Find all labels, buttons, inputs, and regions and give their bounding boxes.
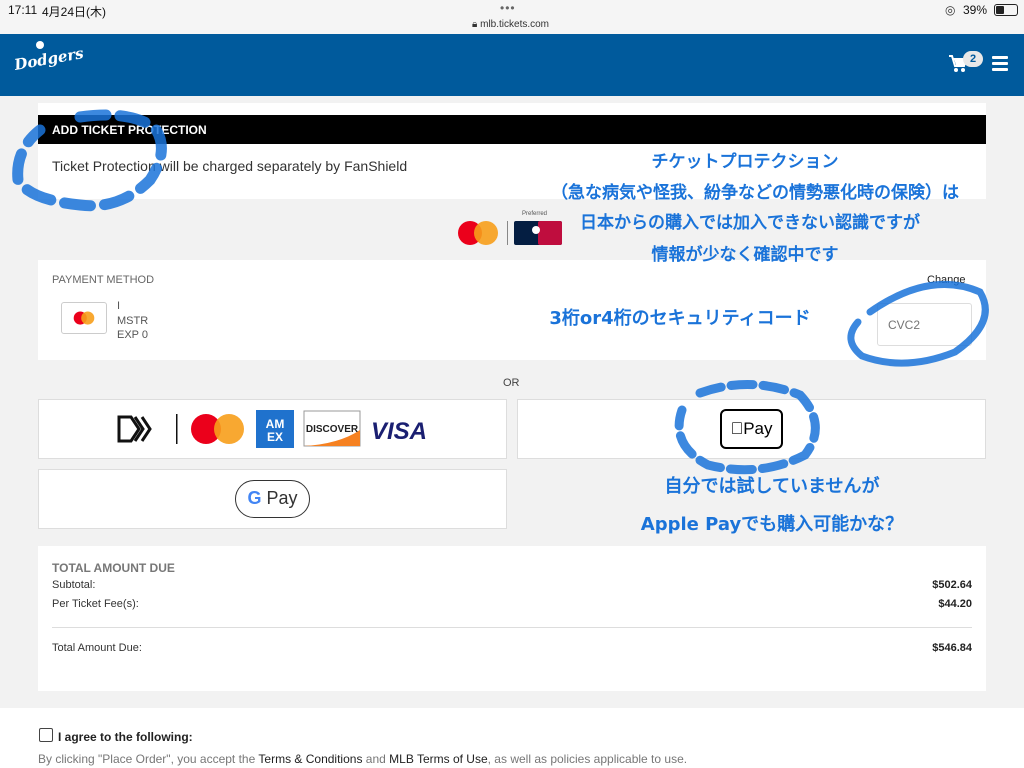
google-g-icon: G [247, 488, 262, 508]
card-number: I [117, 300, 121, 312]
hamburger-menu-icon[interactable] [992, 56, 1008, 72]
mlb-terms-link[interactable]: MLB Terms of Use [389, 752, 487, 766]
site-header [0, 34, 1024, 96]
google-pay-label: Pay [266, 488, 298, 508]
legal-pre: By clicking "Place Order", you accept th… [38, 752, 259, 766]
annotation-line-1: チケットプロテクション [651, 152, 839, 172]
battery-percent: 39% [963, 3, 988, 17]
more-dots-icon[interactable]: ••• [500, 1, 516, 15]
annotation-cvc-note: 3桁or4桁のセキュリティコード [549, 308, 811, 329]
cvc-input[interactable] [877, 303, 972, 346]
status-bar: 17:11 4月24日(木) ••• 🔒︎ mlb.tickets.com ◎ … [0, 0, 1024, 34]
annotation-apple-note-2: Apple Payでも購入可能かな？ [640, 514, 904, 535]
card-brand: MSTR [117, 315, 149, 327]
terms-link[interactable]: Terms & Conditions [258, 752, 362, 766]
cart-count-badge: 2 [963, 51, 983, 67]
agree-checkbox[interactable] [39, 728, 53, 742]
google-pay-button[interactable]: G Pay [235, 480, 310, 518]
totals-divider [52, 627, 972, 628]
change-payment-link[interactable]: Change [927, 274, 966, 286]
legal-text: By clicking "Place Order", you accept th… [38, 752, 687, 766]
card-brands-icon: AM EX DISCOVER VISA [117, 410, 427, 448]
lock-icon: 🔒︎ [472, 19, 478, 30]
svg-text:VISA: VISA [371, 418, 427, 445]
annotation-line-3: 日本からの購入では加入できない認識ですが [580, 213, 920, 233]
status-time: 17:11 [8, 3, 38, 17]
total-amount-card [38, 546, 986, 691]
legal-and: and [362, 752, 390, 766]
url-text: mlb.tickets.com [480, 19, 550, 30]
status-date: 4月24日(木) [42, 5, 107, 19]
fee-label: Per Ticket Fee(s): [52, 598, 139, 610]
battery-icon [994, 4, 1018, 16]
apple-icon:  [730, 419, 743, 438]
card-payment-button[interactable]: AM EX DISCOVER VISA [38, 399, 507, 459]
total-due-value: $546.84 [932, 642, 972, 654]
address-url[interactable]: 🔒︎ mlb.tickets.com [472, 19, 549, 30]
svg-text:AM: AM [266, 417, 285, 431]
total-amount-title: TOTAL AMOUNT DUE [52, 561, 175, 575]
svg-text:DISCOVER: DISCOVER [306, 424, 359, 435]
legal-post: , as well as policies applicable to use. [487, 752, 688, 766]
payment-method-label: PAYMENT METHOD [52, 274, 155, 286]
subtotal-label: Subtotal: [52, 579, 96, 591]
apple-pay-label: Pay [736, 419, 772, 438]
or-divider: OR [503, 377, 520, 389]
fee-value: $44.20 [938, 598, 972, 610]
total-due-label: Total Amount Due: [52, 642, 142, 654]
focus-icon: ◎ [945, 3, 956, 17]
baseball-icon [36, 41, 44, 49]
annotation-apple-note-1: 自分では試していませんが [664, 476, 880, 497]
annotation-line-4: 情報が少なく確認中です [651, 245, 839, 265]
subtotal-value: $502.64 [932, 579, 972, 591]
annotation-line-2: （急な病気や怪我、紛争などの情勢悪化時の保険）は [551, 183, 959, 203]
mastercard-icon [61, 302, 107, 334]
ticket-protection-text: Ticket Protection will be charged separa… [52, 158, 408, 174]
apple-pay-button[interactable]: Pay [720, 409, 783, 449]
agree-label: I agree to the following: [58, 730, 193, 744]
card-expiry: EXP 0 [117, 329, 148, 341]
ticket-protection-heading: ADD TICKET PROTECTION [38, 115, 986, 144]
svg-text:EX: EX [267, 430, 283, 444]
